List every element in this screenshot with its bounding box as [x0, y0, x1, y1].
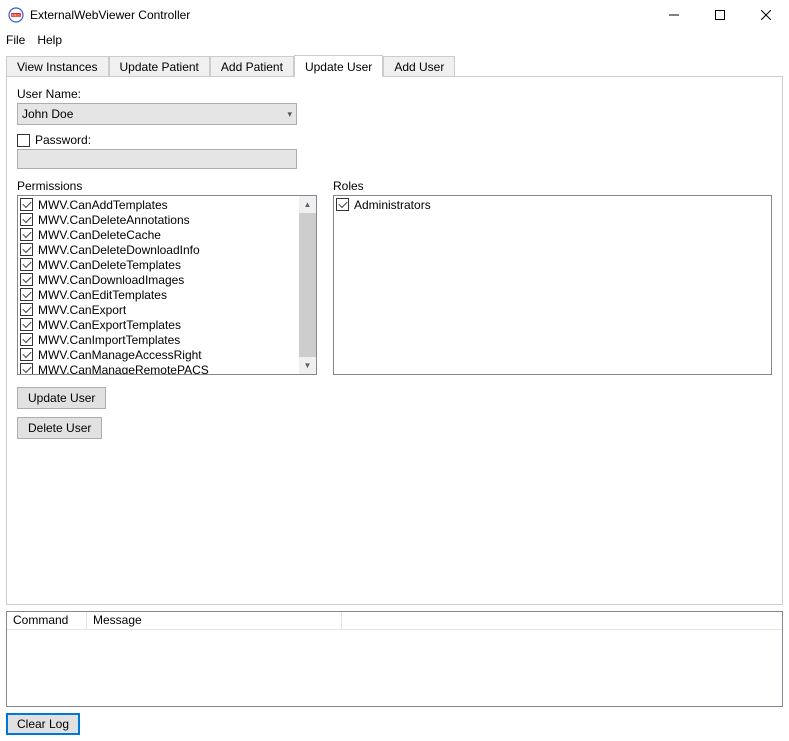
permission-checkbox[interactable]: [20, 363, 33, 375]
permission-label: MWV.CanDeleteDownloadInfo: [38, 243, 200, 257]
clear-log-button[interactable]: Clear Log: [6, 713, 80, 735]
tab-update-patient[interactable]: Update Patient: [109, 56, 210, 76]
tabstrip: View Instances Update Patient Add Patien…: [6, 54, 783, 76]
menubar: File Help: [0, 30, 789, 50]
permission-checkbox[interactable]: [20, 243, 33, 256]
permission-label: MWV.CanExportTemplates: [38, 318, 181, 332]
permission-checkbox[interactable]: [20, 273, 33, 286]
username-label: User Name:: [17, 87, 772, 101]
permission-label: MWV.CanExport: [38, 303, 126, 317]
permission-checkbox[interactable]: [20, 228, 33, 241]
menu-help[interactable]: Help: [37, 33, 62, 47]
roles-listbox[interactable]: Administrators: [333, 195, 772, 375]
role-checkbox[interactable]: [336, 198, 349, 211]
maximize-button[interactable]: [697, 0, 743, 30]
permission-item[interactable]: MWV.CanExportTemplates: [20, 317, 314, 332]
permission-label: MWV.CanDeleteTemplates: [38, 258, 181, 272]
log-message-header[interactable]: Message: [87, 612, 342, 629]
tab-update-user[interactable]: Update User: [294, 55, 383, 77]
footer-buttons: Clear Log: [6, 713, 783, 735]
permissions-listbox[interactable]: MWV.CanAddTemplatesMWV.CanDeleteAnnotati…: [17, 195, 317, 375]
permission-item[interactable]: MWV.CanExport: [20, 302, 314, 317]
svg-text:MED: MED: [12, 13, 21, 18]
roles-column: Roles Administrators: [333, 179, 772, 375]
window-title: ExternalWebViewer Controller: [30, 8, 651, 22]
app-window: MED ExternalWebViewer Controller File He…: [0, 0, 789, 741]
role-item[interactable]: Administrators: [336, 197, 769, 212]
permission-checkbox[interactable]: [20, 303, 33, 316]
password-row: Password:: [17, 133, 772, 147]
permission-checkbox[interactable]: [20, 348, 33, 361]
log-header: Command Message: [7, 612, 782, 630]
titlebar: MED ExternalWebViewer Controller: [0, 0, 789, 30]
tab-add-user[interactable]: Add User: [383, 56, 455, 76]
permission-checkbox[interactable]: [20, 198, 33, 211]
window-controls: [651, 0, 789, 30]
role-label: Administrators: [354, 198, 431, 212]
perm-roles-container: Permissions MWV.CanAddTemplatesMWV.CanDe…: [17, 179, 772, 375]
permission-item[interactable]: MWV.CanDeleteTemplates: [20, 257, 314, 272]
action-buttons: Update User Delete User: [17, 387, 772, 439]
log-body: [7, 630, 782, 706]
tab-panel-update-user: User Name: John Doe ▾ Password: Permissi…: [6, 76, 783, 605]
log-area: Command Message: [6, 611, 783, 707]
permissions-label: Permissions: [17, 179, 317, 193]
permission-label: MWV.CanManageAccessRight: [38, 348, 202, 362]
permission-item[interactable]: MWV.CanDeleteDownloadInfo: [20, 242, 314, 257]
permission-checkbox[interactable]: [20, 318, 33, 331]
password-input[interactable]: [17, 149, 297, 169]
permission-item[interactable]: MWV.CanManageAccessRight: [20, 347, 314, 362]
close-button[interactable]: [743, 0, 789, 30]
permission-item[interactable]: MWV.CanEditTemplates: [20, 287, 314, 302]
password-label: Password:: [35, 133, 91, 147]
permission-item[interactable]: MWV.CanDeleteAnnotations: [20, 212, 314, 227]
scroll-down-icon[interactable]: ▼: [299, 357, 316, 374]
permission-item[interactable]: MWV.CanManageRemotePACS: [20, 362, 314, 375]
permission-item[interactable]: MWV.CanAddTemplates: [20, 197, 314, 212]
permission-checkbox[interactable]: [20, 288, 33, 301]
roles-label: Roles: [333, 179, 772, 193]
minimize-button[interactable]: [651, 0, 697, 30]
permission-checkbox[interactable]: [20, 213, 33, 226]
username-value: John Doe: [22, 107, 73, 121]
permission-label: MWV.CanManageRemotePACS: [38, 363, 209, 376]
app-icon: MED: [8, 7, 24, 23]
permissions-column: Permissions MWV.CanAddTemplatesMWV.CanDe…: [17, 179, 317, 375]
permission-label: MWV.CanDeleteCache: [38, 228, 161, 242]
menu-file[interactable]: File: [6, 33, 25, 47]
permission-checkbox[interactable]: [20, 333, 33, 346]
tab-view-instances[interactable]: View Instances: [6, 56, 109, 76]
tab-add-patient[interactable]: Add Patient: [210, 56, 294, 76]
permission-label: MWV.CanDeleteAnnotations: [38, 213, 190, 227]
update-user-button[interactable]: Update User: [17, 387, 106, 409]
scroll-thumb[interactable]: [299, 213, 316, 357]
permission-item[interactable]: MWV.CanDownloadImages: [20, 272, 314, 287]
scroll-up-icon[interactable]: ▲: [299, 196, 316, 213]
username-select[interactable]: John Doe ▾: [17, 103, 297, 125]
permission-label: MWV.CanEditTemplates: [38, 288, 167, 302]
password-checkbox[interactable]: [17, 134, 30, 147]
content-area: View Instances Update Patient Add Patien…: [0, 50, 789, 741]
permission-item[interactable]: MWV.CanDeleteCache: [20, 227, 314, 242]
log-command-header[interactable]: Command: [7, 612, 87, 629]
permission-checkbox[interactable]: [20, 258, 33, 271]
permissions-scrollbar[interactable]: ▲ ▼: [299, 196, 316, 374]
chevron-down-icon: ▾: [287, 109, 292, 120]
permission-label: MWV.CanImportTemplates: [38, 333, 180, 347]
permission-item[interactable]: MWV.CanImportTemplates: [20, 332, 314, 347]
permission-label: MWV.CanAddTemplates: [38, 198, 168, 212]
delete-user-button[interactable]: Delete User: [17, 417, 102, 439]
permission-label: MWV.CanDownloadImages: [38, 273, 184, 287]
